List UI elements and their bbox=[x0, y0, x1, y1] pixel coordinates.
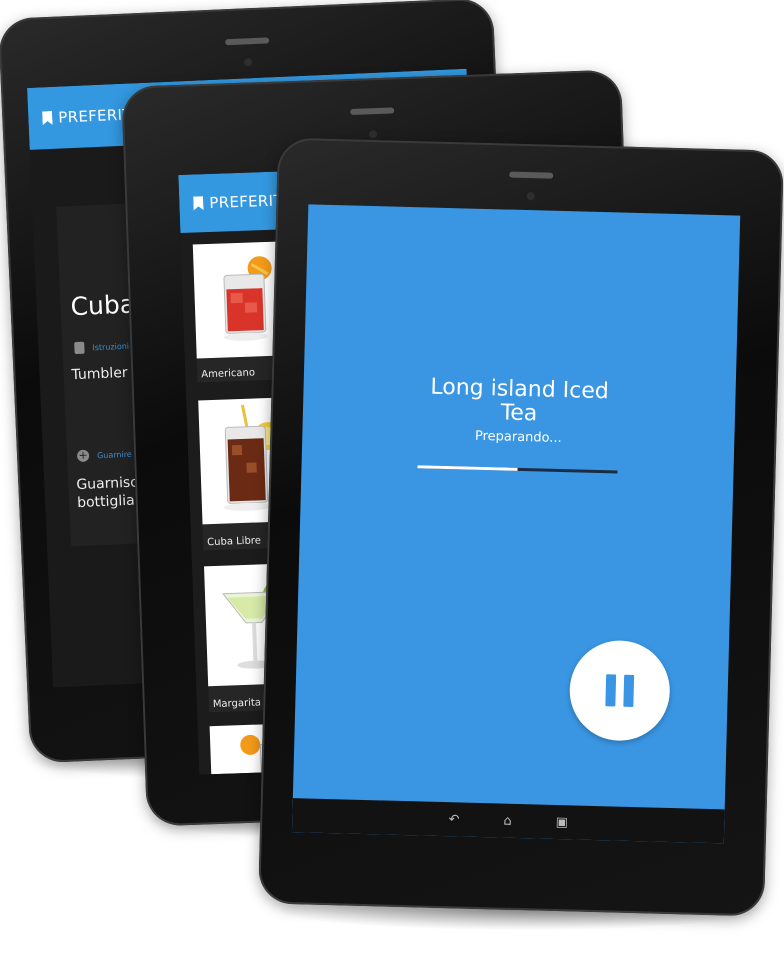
progress-fill bbox=[417, 465, 518, 471]
front-camera bbox=[243, 58, 253, 67]
system-nav-bar: ↶ ⌂ ▣ bbox=[291, 798, 725, 844]
front-camera bbox=[526, 192, 535, 201]
home-icon[interactable]: ⌂ bbox=[503, 813, 512, 828]
favorite-item-name: Cuba Libre bbox=[207, 535, 262, 549]
plus-circle-icon: + bbox=[76, 448, 90, 463]
pause-icon bbox=[605, 674, 617, 707]
tablet-preparing: Long island Iced Tea Preparando... ↶ ⌂ ▣ bbox=[258, 137, 784, 917]
speaker-grille bbox=[350, 107, 395, 115]
favorite-item-name: Americano bbox=[201, 367, 256, 381]
bookmark-icon bbox=[42, 111, 53, 125]
preparing-screen: Long island Iced Tea Preparando... ↶ ⌂ ▣ bbox=[291, 204, 741, 844]
document-icon bbox=[74, 341, 85, 355]
back-icon[interactable]: ↶ bbox=[448, 812, 459, 827]
recents-icon[interactable]: ▣ bbox=[556, 815, 569, 830]
pause-icon bbox=[623, 674, 635, 708]
preparing-drink-name: Long island Iced Tea bbox=[303, 372, 736, 431]
pause-button[interactable] bbox=[568, 639, 672, 742]
section-label-garnish: Guarnire bbox=[96, 449, 132, 461]
bookmark-icon bbox=[193, 196, 203, 210]
speaker-grille bbox=[509, 171, 554, 179]
favorite-item-name: Margarita bbox=[212, 697, 262, 711]
speaker-grille bbox=[225, 37, 270, 46]
front-camera bbox=[368, 130, 378, 139]
progress-bar bbox=[417, 465, 618, 474]
section-label-instructions: Istruzioni bbox=[92, 341, 130, 353]
